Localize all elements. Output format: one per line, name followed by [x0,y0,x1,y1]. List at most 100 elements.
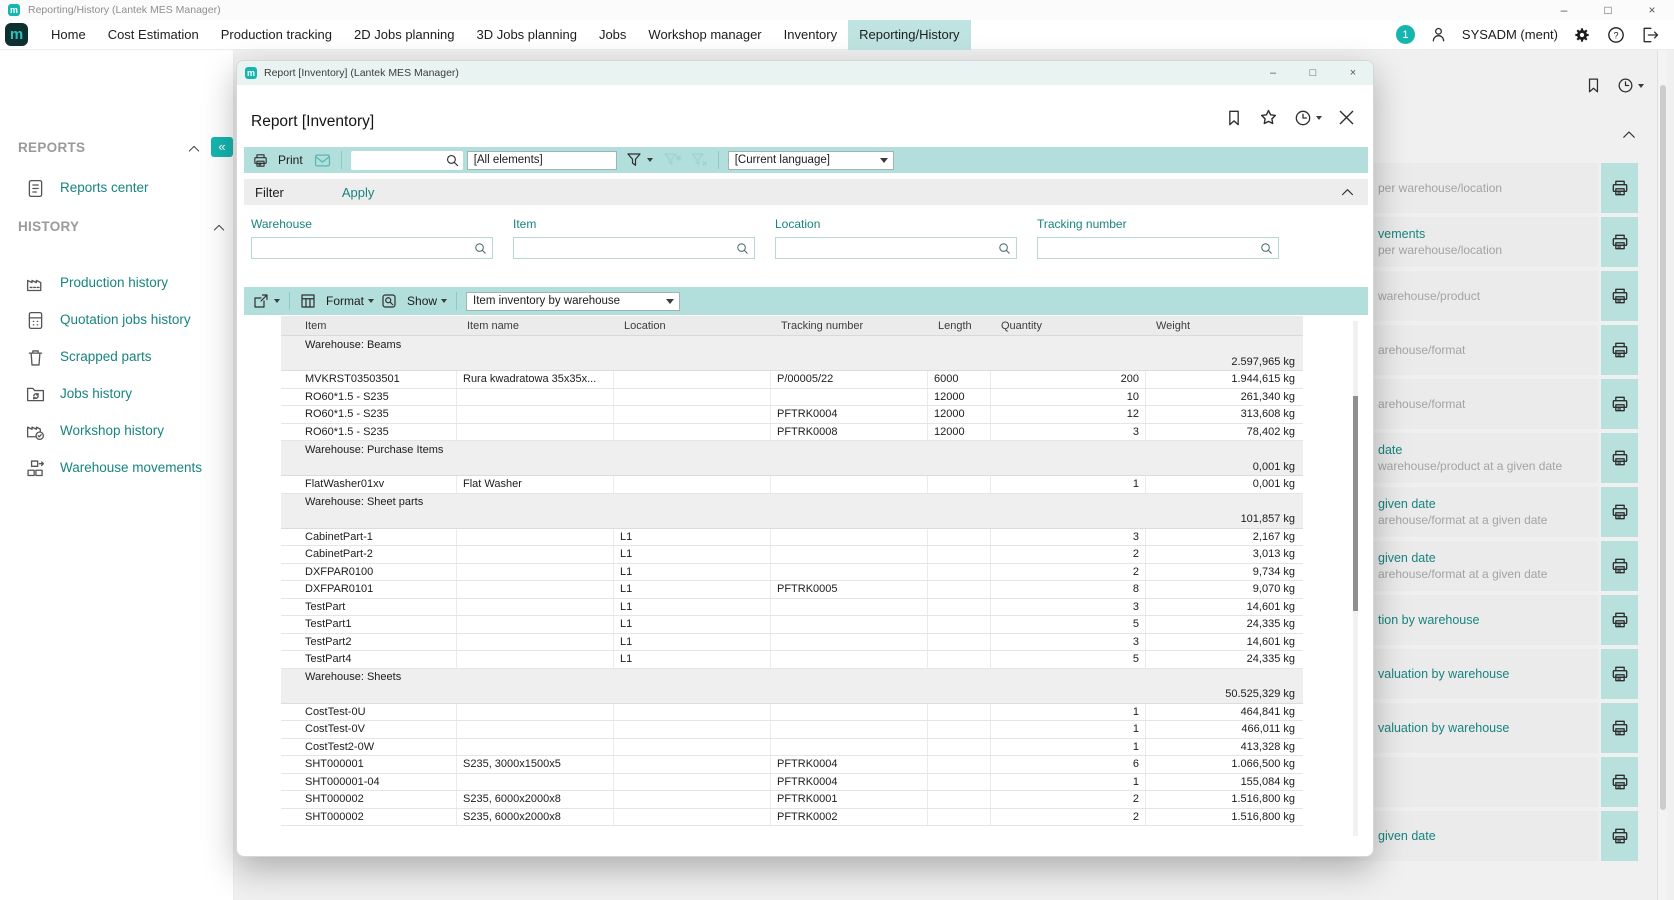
menu-item-2d-jobs-planning[interactable]: 2D Jobs planning [343,20,465,50]
report-bookmark-icon[interactable] [1224,108,1244,128]
table-row[interactable]: TestPart1L1524,335 kg [281,616,1303,634]
card-print-button[interactable] [1601,811,1638,861]
window-minimize-button[interactable]: – [1542,0,1586,20]
menu-item-3d-jobs-planning[interactable]: 3D Jobs planning [465,20,587,50]
sidebar-item-quotation-jobs-history[interactable]: Quotation jobs history [0,309,234,333]
table-row[interactable]: CostTest-0V1466,011 kg [281,721,1303,739]
elements-filter-select[interactable]: [All elements] [467,151,617,170]
card-print-button[interactable] [1601,163,1638,213]
sidebar-item-workshop-history[interactable]: Workshop history [0,420,234,444]
dialog-minimize-button[interactable]: – [1253,61,1293,85]
column-header-length[interactable]: Length [928,320,991,332]
table-row[interactable]: SHT000001-04PFTRK00041155,084 kg [281,774,1303,792]
page-bookmark-icon[interactable] [1584,76,1603,95]
card-print-button[interactable] [1601,487,1638,537]
table-row[interactable]: DXFPAR0101L1PFTRK000589,070 kg [281,581,1303,599]
column-header-quantity[interactable]: Quantity [991,320,1146,332]
card-print-button[interactable] [1601,757,1638,807]
table-row[interactable]: CabinetPart-1L132,167 kg [281,529,1303,547]
menu-item-cost-estimation[interactable]: Cost Estimation [97,20,210,50]
email-icon[interactable] [313,152,332,169]
menu-item-production-tracking[interactable]: Production tracking [210,20,343,50]
logout-icon[interactable] [1640,25,1660,45]
user-name[interactable]: SYSADM (ment) [1462,27,1558,42]
main-scrollbar-thumb[interactable] [1660,85,1666,810]
card-print-button[interactable] [1601,649,1638,699]
main-scrollbar[interactable] [1657,50,1667,900]
menu-item-inventory[interactable]: Inventory [773,20,848,50]
table-row[interactable]: RO60*1.5 - S235PFTRK00041200012313,608 k… [281,406,1303,424]
sidebar-item-scrapped-parts[interactable]: Scrapped parts [0,346,234,370]
sidebar-item-reports-center[interactable]: Reports center [0,177,234,201]
report-close-icon[interactable] [1336,107,1357,128]
column-header-item[interactable]: Item [281,320,457,332]
menu-item-workshop-manager[interactable]: Workshop manager [637,20,772,50]
report-type-select[interactable]: Item inventory by warehouse [466,292,680,311]
card-print-button[interactable] [1601,703,1638,753]
section-collapse-chevron-icon[interactable] [211,220,227,236]
help-icon[interactable]: ? [1606,25,1626,45]
column-header-item-name[interactable]: Item name [457,320,614,332]
filter-funnel-icon[interactable] [625,151,653,169]
card-print-button[interactable] [1601,433,1638,483]
table-row[interactable]: MVKRST03503501Rura kwadratowa 35x35x...P… [281,371,1303,389]
sidebar-item-warehouse-movements[interactable]: Warehouse movements [0,457,234,481]
card-print-button[interactable] [1601,379,1638,429]
report-history-icon[interactable] [1293,108,1322,128]
table-row[interactable]: TestPart4L1524,335 kg [281,651,1303,669]
table-row[interactable]: TestPartL1314,601 kg [281,599,1303,617]
column-header-weight[interactable]: Weight [1146,320,1303,332]
settings-gear-icon[interactable] [1572,25,1592,45]
filter-input-item[interactable] [513,237,755,259]
table-row[interactable]: RO60*1.5 - S235PFTRK000812000378,402 kg [281,424,1303,442]
search-input[interactable] [351,151,463,170]
table-row[interactable]: SHT000002S235, 6000x2000x8PFTRK000121.51… [281,791,1303,809]
table-scrollbar[interactable] [1353,321,1358,836]
card-print-button[interactable] [1601,595,1638,645]
sidebar-item-jobs-history[interactable]: Jobs history [0,383,234,407]
column-header-location[interactable]: Location [614,320,771,332]
report-favorite-star-icon[interactable] [1258,107,1279,128]
section-collapse-chevron-icon[interactable] [186,141,202,157]
window-close-button[interactable]: × [1630,0,1674,20]
menu-item-jobs[interactable]: Jobs [588,20,637,50]
show-button[interactable]: Show [380,292,447,310]
card-print-button[interactable] [1601,325,1638,375]
table-row[interactable]: CabinetPart-2L123,013 kg [281,546,1303,564]
window-maximize-button[interactable]: □ [1586,0,1630,20]
print-button[interactable]: Print [252,152,303,169]
filter-input-tracking-number[interactable] [1037,237,1279,259]
card-print-button[interactable] [1601,271,1638,321]
sidebar-collapse-button[interactable]: « [211,137,233,157]
format-button[interactable]: Format [299,292,374,310]
table-row[interactable]: SHT000002S235, 6000x2000x8PFTRK000221.51… [281,809,1303,827]
filter-apply-link[interactable]: Apply [342,185,375,200]
menu-item-home[interactable]: Home [40,20,97,50]
window-titlebar: m Reporting/History (Lantek MES Manager)… [0,0,1674,20]
filter-collapse-chevron-icon[interactable] [1339,184,1356,201]
table-row[interactable]: RO60*1.5 - S2351200010261,340 kg [281,389,1303,407]
table-row[interactable]: CostTest2-0W1413,328 kg [281,739,1303,757]
table-row[interactable]: FlatWasher01xvFlat Washer10,001 kg [281,476,1303,494]
panel-collapse-chevron-icon[interactable] [1620,126,1638,144]
table-row[interactable]: DXFPAR0100L129,734 kg [281,564,1303,582]
filter-input-warehouse[interactable] [251,237,493,259]
filter-clear-icon[interactable] [690,151,709,170]
table-row[interactable]: CostTest-0U1464,841 kg [281,704,1303,722]
table-row[interactable]: SHT000001S235, 3000x1500x5PFTRK000461.06… [281,756,1303,774]
notification-badge[interactable]: 1 [1396,25,1415,44]
column-header-tracking-number[interactable]: Tracking number [771,320,928,332]
table-scrollbar-thumb[interactable] [1353,396,1358,611]
menu-item-reporting-history[interactable]: Reporting/History [848,20,970,50]
table-row[interactable]: TestPart2L1314,601 kg [281,634,1303,652]
dialog-maximize-button[interactable]: □ [1293,61,1333,85]
export-button[interactable] [252,292,280,310]
card-print-button[interactable] [1601,217,1638,267]
filter-input-location[interactable] [775,237,1017,259]
sidebar-item-production-history[interactable]: Production history [0,272,234,296]
card-print-button[interactable] [1601,541,1638,591]
filter-add-icon[interactable] [663,151,682,170]
page-history-icon[interactable] [1616,76,1644,95]
language-select[interactable]: [Current language] [728,151,894,170]
dialog-close-button[interactable]: × [1333,61,1373,85]
